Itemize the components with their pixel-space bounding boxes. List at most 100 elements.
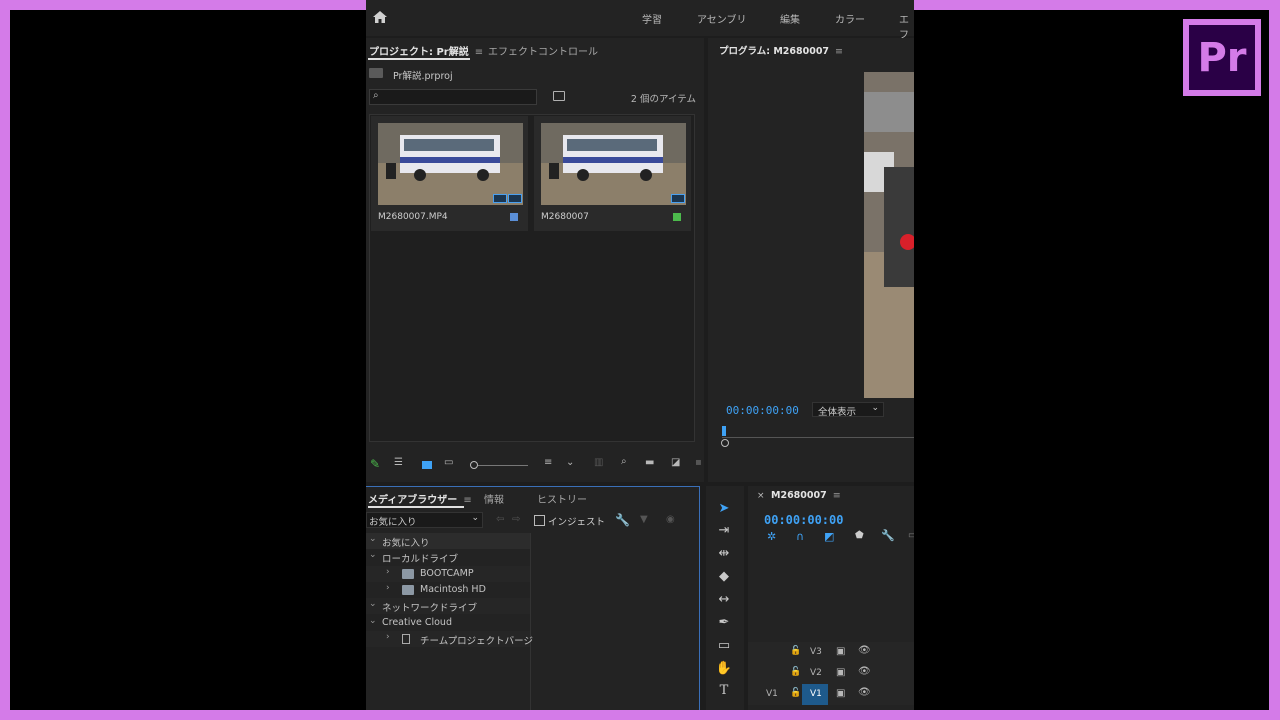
tab-media-browser[interactable]: メディアブラウザー ≡ <box>368 491 472 506</box>
slip-tool-icon[interactable]: ↔ <box>715 591 733 609</box>
tree-item-label: Creative Cloud <box>382 617 452 628</box>
timeline-timecode[interactable]: 00:00:00:00 <box>764 513 843 527</box>
lock-icon[interactable]: 🔓 <box>790 688 801 698</box>
tree-item-local-drives[interactable]: ⌄ ローカルドライブ <box>366 549 530 565</box>
snap-icon[interactable]: ∩ <box>796 530 804 543</box>
clip-thumbnail <box>378 123 523 205</box>
project-panel-tabs: プロジェクト: Pr解説 ≡ エフェクトコントロール <box>366 38 704 62</box>
hand-tool-icon[interactable]: ✋ <box>715 660 733 678</box>
lock-icon[interactable]: 🔓 <box>790 667 801 677</box>
project-item[interactable]: M2680007.MP4 <box>371 116 528 231</box>
rectangle-tool-icon[interactable]: ▭ <box>715 637 733 655</box>
ingest-checkbox[interactable] <box>534 515 545 526</box>
timeline-sequence-name: M2680007 <box>771 490 827 501</box>
find-icon[interactable]: ⌕ <box>621 456 627 467</box>
new-search-bin-icon[interactable] <box>553 91 565 101</box>
zoom-slider-track[interactable] <box>478 465 528 466</box>
program-monitor-title: プログラム: M2680007 <box>719 46 830 57</box>
ripple-edit-tool-icon[interactable]: ⇹ <box>715 545 733 563</box>
forward-arrow-icon[interactable]: ⇨ <box>512 514 520 525</box>
audio-badge-icon <box>508 194 522 203</box>
tab-history[interactable]: ヒストリー <box>537 491 587 506</box>
nest-toggle-icon[interactable]: ✲ <box>767 530 776 543</box>
pencil-icon[interactable]: ✎ <box>370 457 380 471</box>
sequence-thumbnail <box>541 123 686 205</box>
workspace-tab-learning[interactable]: 学習 <box>642 11 662 26</box>
track-header-v2[interactable]: 🔓 V2 ▣ 👁 <box>748 663 914 684</box>
program-video-frame <box>864 72 914 398</box>
list-view-icon[interactable]: ☰ <box>394 457 403 468</box>
home-icon[interactable] <box>372 9 388 25</box>
eye-icon[interactable]: 👁 <box>858 666 871 677</box>
workspace-tab-color[interactable]: カラー <box>835 11 865 26</box>
lock-icon[interactable]: 🔓 <box>790 646 801 656</box>
trash-icon[interactable]: ▪ <box>695 457 702 468</box>
view-eye-icon[interactable]: ◉ <box>666 514 675 525</box>
automate-icon[interactable]: ▥ <box>594 457 603 468</box>
tree-item-team-projects[interactable]: › チームプロジェクトバージ <box>366 631 533 647</box>
selection-tool-icon[interactable]: ➤ <box>715 500 733 518</box>
type-tool-icon[interactable]: T <box>715 682 733 700</box>
track-header-v3[interactable]: 🔓 V3 ▣ 👁 <box>748 642 914 663</box>
tree-item-network-drives[interactable]: ⌄ ネットワークドライブ <box>366 598 530 614</box>
tab-effect-controls[interactable]: エフェクトコントロール <box>488 43 598 58</box>
new-item-icon[interactable]: ◪ <box>671 457 680 468</box>
workspace-tab-editing[interactable]: 編集 <box>780 11 800 26</box>
tab-project-label: プロジェクト: Pr解説 <box>369 47 469 58</box>
panel-menu-icon[interactable]: ≡ <box>463 495 471 506</box>
tab-info[interactable]: 情報 <box>484 491 504 506</box>
workspace-tab-effects[interactable]: エフ <box>899 11 914 41</box>
sync-lock-icon[interactable]: ▣ <box>836 667 845 678</box>
sync-lock-icon[interactable]: ▣ <box>836 646 845 657</box>
new-bin-icon[interactable]: ▬ <box>645 457 654 468</box>
favorites-select[interactable]: お気に入り ⌄ <box>366 512 483 528</box>
zoom-slider-handle[interactable] <box>470 461 478 469</box>
add-marker-icon[interactable]: ⬟ <box>855 530 864 541</box>
program-monitor-tab[interactable]: プログラム: M2680007 ≡ <box>719 43 843 57</box>
panel-menu-icon[interactable]: ≡ <box>833 490 841 501</box>
track-header-v1[interactable]: V1 🔓 V1 ▣ 👁 <box>748 684 914 705</box>
hard-drive-icon <box>402 569 414 579</box>
sort-icon[interactable]: ≡ <box>544 457 552 468</box>
back-arrow-icon[interactable]: ⇦ <box>496 514 504 525</box>
track-name: V2 <box>810 668 822 678</box>
freeform-view-icon[interactable]: ▭ <box>444 457 453 468</box>
filter-icon[interactable]: ▼ <box>640 514 648 525</box>
tab-media-browser-label: メディアブラウザー <box>368 495 458 506</box>
program-time-ruler[interactable] <box>722 428 914 442</box>
panel-menu-icon[interactable]: ≡ <box>835 46 843 57</box>
project-item-name: M2680007.MP4 <box>378 212 448 222</box>
program-timecode[interactable]: 00:00:00:00 <box>726 404 799 417</box>
razor-tool-icon[interactable]: ◆ <box>715 568 733 586</box>
close-icon[interactable]: × <box>757 491 765 501</box>
eye-icon[interactable]: 👁 <box>858 645 871 656</box>
eye-icon[interactable]: 👁 <box>858 687 871 698</box>
project-item[interactable]: M2680007 <box>534 116 691 231</box>
pen-tool-icon[interactable]: ✒ <box>715 614 733 632</box>
tree-item-creative-cloud[interactable]: ⌄ Creative Cloud <box>366 615 530 631</box>
tab-project[interactable]: プロジェクト: Pr解説 ≡ <box>369 43 483 58</box>
icon-view-icon[interactable] <box>422 461 432 469</box>
timeline-settings-wrench-icon[interactable]: 🔧 <box>881 529 895 542</box>
zoom-scroll-handle[interactable] <box>721 439 729 447</box>
project-search-input[interactable]: ⌕ <box>369 89 537 105</box>
sync-lock-icon[interactable]: ▣ <box>836 688 845 699</box>
timeline-sequence-tab[interactable]: M2680007 ≡ <box>771 490 841 501</box>
chevron-down-icon: ⌄ <box>471 513 479 523</box>
linked-selection-icon[interactable]: ◩ <box>824 530 834 543</box>
captions-icon[interactable]: ▭ <box>908 530 914 541</box>
chevron-down-icon[interactable]: ⌄ <box>566 457 574 468</box>
timeline-panel: × M2680007 ≡ 00:00:00:00 ✲ ∩ ◩ ⬟ 🔧 ▭ 🔓 V3… <box>748 486 914 710</box>
source-patch-label[interactable]: V1 <box>766 689 778 699</box>
track-select-tool-icon[interactable]: ⇥ <box>715 522 733 540</box>
tree-item-macintosh-hd[interactable]: › Macintosh HD <box>366 582 530 598</box>
tree-item-bootcamp[interactable]: › BOOTCAMP <box>366 566 530 582</box>
tree-item-favorites[interactable]: ⌄ お気に入り <box>366 533 530 549</box>
chevron-right-icon: › <box>386 583 390 593</box>
wrench-icon[interactable]: 🔧 <box>615 513 630 527</box>
workspace-tab-assembly[interactable]: アセンブリ <box>697 11 747 26</box>
search-icon: ⌕ <box>373 90 379 101</box>
zoom-level-select[interactable]: 全体表示 ⌄ <box>812 402 884 418</box>
panel-menu-icon[interactable]: ≡ <box>475 47 483 58</box>
playhead-marker[interactable] <box>722 426 726 436</box>
